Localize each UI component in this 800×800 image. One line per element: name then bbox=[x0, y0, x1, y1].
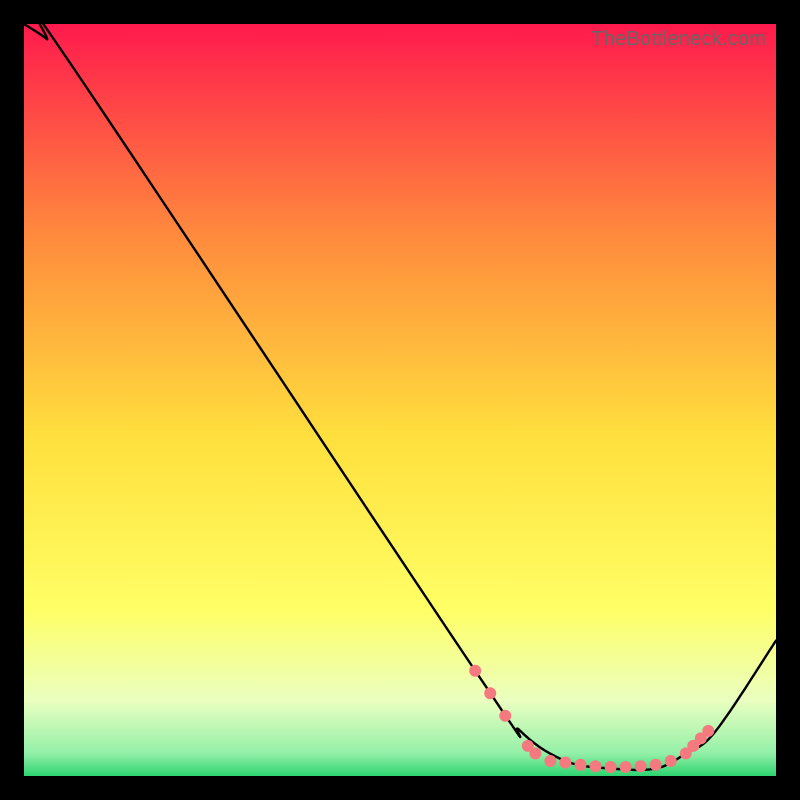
data-point bbox=[665, 755, 677, 767]
data-point bbox=[702, 725, 714, 737]
watermark-text: TheBottleneck.com bbox=[591, 28, 766, 51]
data-point bbox=[469, 665, 481, 677]
data-point bbox=[544, 755, 556, 767]
gradient-background bbox=[24, 24, 776, 776]
data-point bbox=[559, 757, 571, 769]
data-point bbox=[605, 761, 617, 773]
data-point bbox=[590, 760, 602, 772]
data-point bbox=[575, 759, 587, 771]
data-point bbox=[650, 759, 662, 771]
chart-frame: TheBottleneck.com bbox=[24, 24, 776, 776]
bottleneck-chart bbox=[24, 24, 776, 776]
data-point bbox=[529, 747, 541, 759]
data-point bbox=[635, 760, 647, 772]
data-point bbox=[499, 710, 511, 722]
data-point bbox=[484, 687, 496, 699]
data-point bbox=[620, 761, 632, 773]
